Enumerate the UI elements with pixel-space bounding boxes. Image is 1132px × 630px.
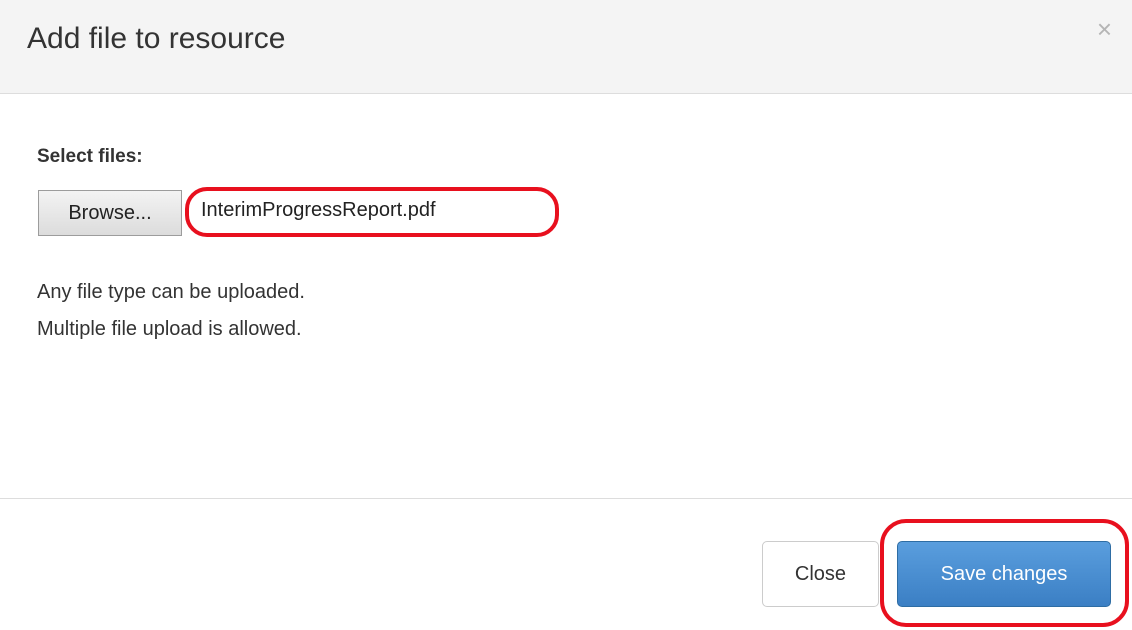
save-changes-button[interactable]: Save changes bbox=[897, 541, 1111, 607]
select-files-label: Select files: bbox=[37, 146, 143, 167]
add-file-modal: Add file to resource × Select files: Bro… bbox=[0, 0, 1132, 630]
modal-header: Add file to resource × bbox=[0, 0, 1132, 94]
modal-title: Add file to resource bbox=[27, 22, 286, 55]
close-icon[interactable]: × bbox=[1097, 16, 1112, 42]
browse-button[interactable]: Browse... bbox=[38, 190, 182, 236]
help-text-file-type: Any file type can be uploaded. bbox=[37, 281, 305, 303]
close-button[interactable]: Close bbox=[762, 541, 879, 607]
help-text-multiple-upload: Multiple file upload is allowed. bbox=[37, 318, 302, 340]
selected-file-name: InterimProgressReport.pdf bbox=[201, 199, 436, 221]
footer-divider bbox=[0, 498, 1132, 499]
